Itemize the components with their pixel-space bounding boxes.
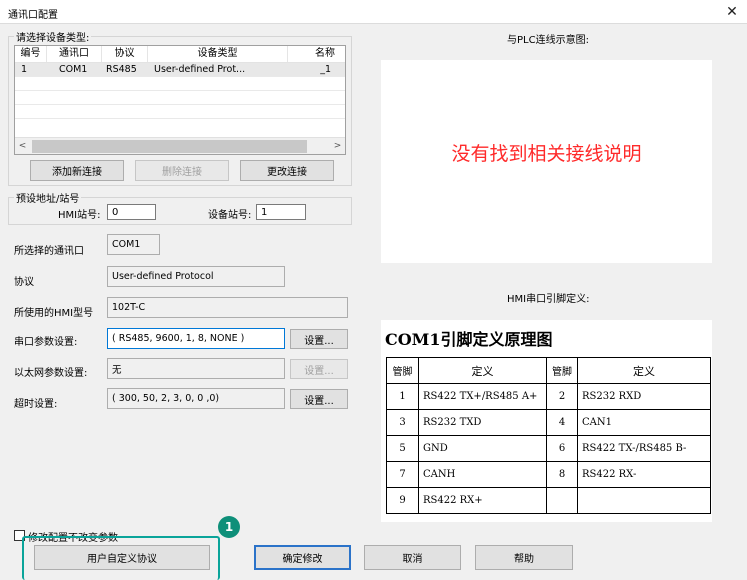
pin-header: 管脚 [386,357,419,384]
protocol-value: User-defined Protocol [107,266,285,287]
hmi-station-input[interactable]: 0 [107,204,156,220]
custom-protocol-button[interactable]: 用户自定义协议 [34,545,210,570]
pin-def-title: COM1引脚定义原理图 [385,330,553,349]
pin-table: 管脚 定义 管脚 定义 1 RS422 TX+/RS485 A+ 2 RS232… [386,357,711,514]
pin-number: 3 [386,409,419,436]
cancel-button[interactable]: 取消 [364,545,461,570]
pin-definition: RS422 RX+ [418,487,547,514]
table-row: 5 GND 6 RS422 TX-/RS485 B- [386,435,711,462]
scroll-right-icon[interactable]: > [330,141,345,151]
hmi-model-label: 所使用的HMI型号 [14,308,94,319]
timeout-settings-button[interactable]: 设置... [290,389,348,409]
column-header[interactable]: 设备类型 [148,46,288,62]
window-title: 通讯口配置 [8,10,58,21]
ethernet-settings-button[interactable]: 设置... [290,359,348,379]
port-value: COM1 [107,234,160,255]
pin-number: 4 [546,409,578,436]
station-group-label: 预设地址/站号 [14,190,82,205]
device-station-input[interactable]: 1 [256,204,306,220]
wiring-label: 与PLC连线示意图: [507,35,589,46]
delete-connection-button[interactable]: 删除连接 [135,160,229,181]
pin-definition [577,487,711,514]
empty-row [15,77,345,91]
pin-definition: RS232 RXD [577,383,711,410]
empty-row [15,119,345,133]
serial-settings-button[interactable]: 设置... [290,329,348,349]
pin-number: 6 [546,435,578,462]
pin-header: 管脚 [546,357,578,384]
pin-number: 2 [546,383,578,410]
table-cell: 1 [21,64,28,75]
table-cell: RS485 [106,64,137,75]
table-row: 1 RS422 TX+/RS485 A+ 2 RS232 RXD [386,383,711,410]
column-header[interactable]: 编号 [15,46,47,62]
pin-definition: GND [418,435,547,462]
title-bar: 通讯口配置 ✕ [0,0,747,24]
device-type-group-label: 请选择设备类型: [14,29,92,44]
table-cell: User-defined Prot... [154,64,246,75]
pin-number [546,487,578,514]
table-row: 3 RS232 TXD 4 CAN1 [386,409,711,436]
device-list[interactable]: 编号 通讯口 协议 设备类型 名称 1 COM1 RS485 User-defi… [14,45,346,155]
column-header[interactable]: 名称 [288,46,345,62]
wiring-message: 没有找到相关接线说明 [451,143,642,165]
scroll-thumb[interactable] [32,139,307,153]
add-connection-button[interactable]: 添加新连接 [30,160,124,181]
pin-definition: RS232 TXD [418,409,547,436]
device-list-header: 编号 通讯口 协议 设备类型 名称 [15,46,345,63]
def-header: 定义 [418,357,547,384]
serial-params-label: 串口参数设置: [14,337,78,348]
device-station-label: 设备站号: [208,210,252,221]
timeout-label: 超时设置: [14,399,58,410]
pin-number: 1 [386,383,419,410]
table-cell: _1 [320,64,331,75]
pin-def-label: HMI串口引脚定义: [507,294,590,305]
table-cell: COM1 [59,64,88,75]
pin-def-panel: COM1引脚定义原理图 管脚 定义 管脚 定义 1 RS422 TX+/RS48… [381,320,712,522]
pin-number: 9 [386,487,419,514]
ethernet-params-label: 以太网参数设置: [14,368,88,379]
pin-number: 8 [546,461,578,488]
hmi-model-value: 102T-C [107,297,348,318]
timeout-field: ( 300, 50, 2, 3, 0, 0 ,0) [107,388,285,409]
def-header: 定义 [577,357,711,384]
pin-number: 5 [386,435,419,462]
wiring-panel: 没有找到相关接线说明 [381,60,712,263]
table-row[interactable]: 1 COM1 RS485 User-defined Prot... _1 [15,63,345,77]
close-icon[interactable]: ✕ [723,3,741,21]
pin-definition: CANH [418,461,547,488]
column-header[interactable]: 通讯口 [47,46,102,62]
horizontal-scrollbar[interactable]: < > [15,137,345,154]
table-row: 9 RS422 RX+ [386,487,711,514]
column-header[interactable]: 协议 [102,46,148,62]
pin-definition: CAN1 [577,409,711,436]
ethernet-params-field: 无 [107,358,285,379]
pin-definition: RS422 TX+/RS485 A+ [418,383,547,410]
pin-definition: RS422 TX-/RS485 B- [577,435,711,462]
change-connection-button[interactable]: 更改连接 [240,160,334,181]
serial-params-field[interactable]: ( RS485, 9600, 1, 8, NONE ) [107,328,285,349]
port-label: 所选择的通讯口 [14,246,84,257]
scroll-left-icon[interactable]: < [15,141,30,151]
step-badge: 1 [218,516,240,538]
hmi-station-label: HMI站号: [58,210,101,221]
empty-row [15,91,345,105]
table-header-row: 管脚 定义 管脚 定义 [386,357,711,384]
help-button[interactable]: 帮助 [475,545,573,570]
confirm-button[interactable]: 确定修改 [254,545,351,570]
pin-number: 7 [386,461,419,488]
protocol-label: 协议 [14,277,34,288]
empty-row [15,105,345,119]
pin-definition: RS422 RX- [577,461,711,488]
table-row: 7 CANH 8 RS422 RX- [386,461,711,488]
